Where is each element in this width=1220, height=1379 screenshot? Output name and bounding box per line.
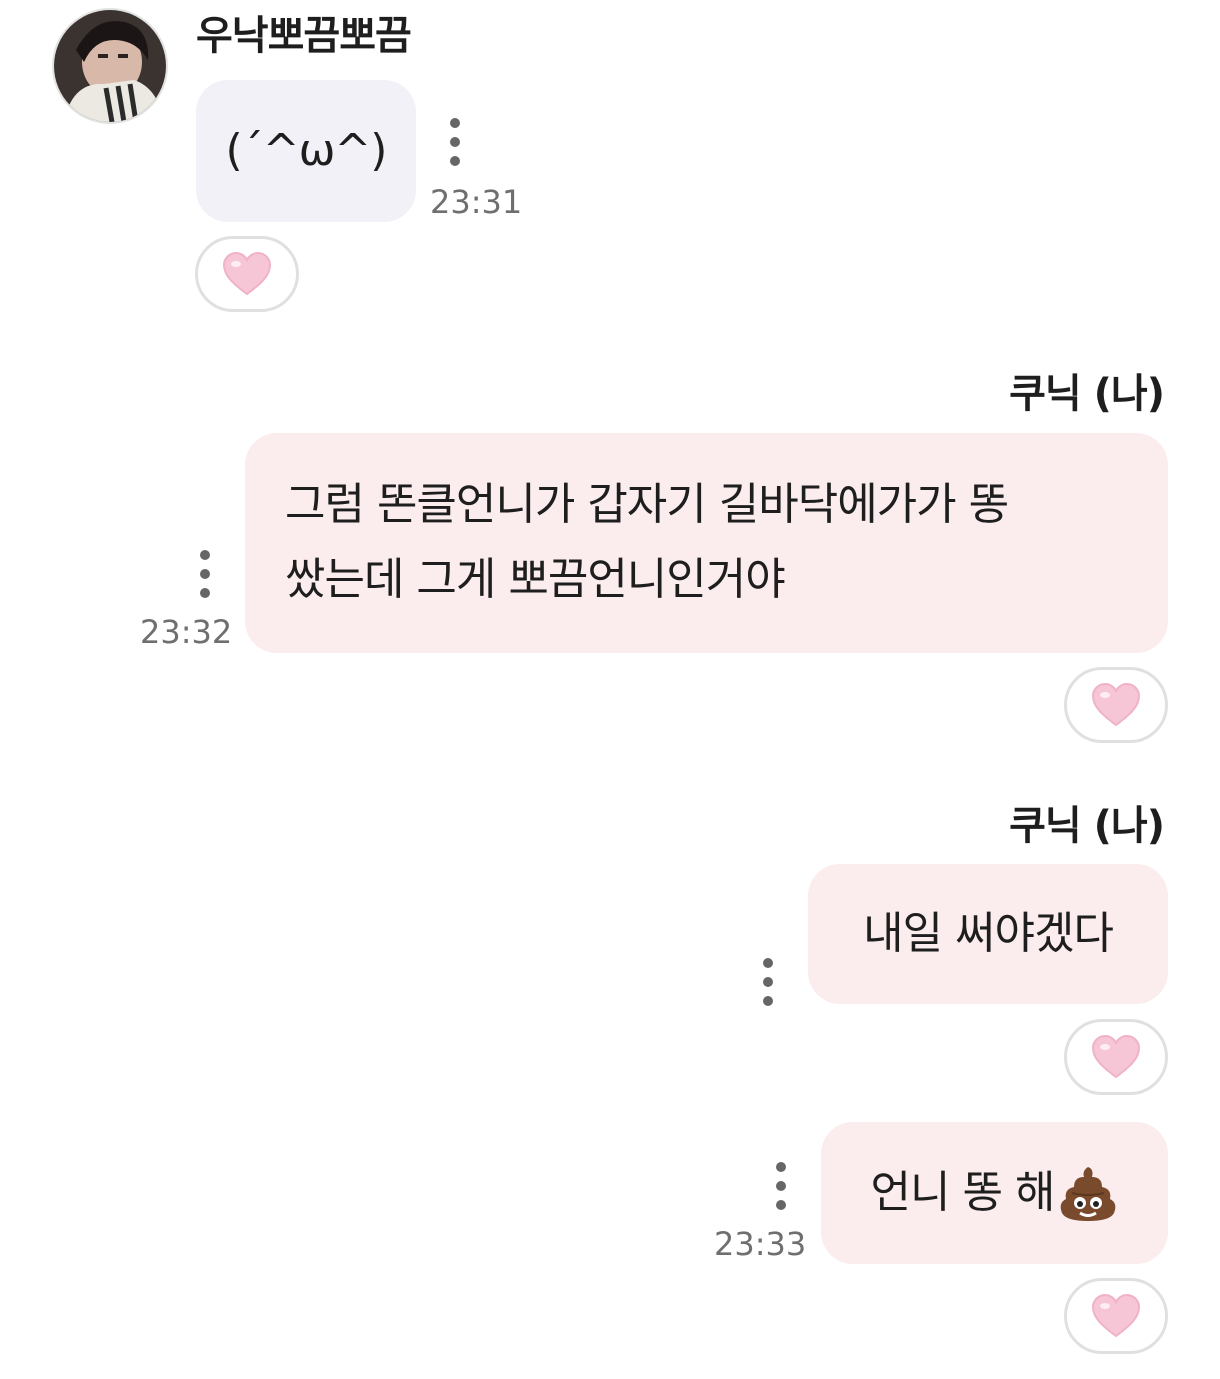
my-name: 쿠닉 (나) bbox=[1009, 803, 1165, 849]
reaction-button[interactable] bbox=[195, 236, 299, 312]
message-time: 23:31 bbox=[430, 183, 523, 221]
reaction-button[interactable] bbox=[1064, 1278, 1168, 1354]
message-line: 쌌는데 그게 뽀끔언니인거야 bbox=[285, 554, 786, 605]
message-bubble[interactable]: (´^ω^) bbox=[196, 80, 416, 222]
heart-icon bbox=[1091, 683, 1141, 727]
sender-avatar[interactable] bbox=[52, 8, 168, 124]
heart-icon bbox=[222, 252, 272, 296]
heart-icon bbox=[1091, 1035, 1141, 1079]
reaction-button[interactable] bbox=[1064, 1019, 1168, 1095]
message-time: 23:32 bbox=[140, 613, 233, 651]
more-options-icon[interactable] bbox=[758, 958, 778, 1006]
message-bubble[interactable]: 그럼 똔클언니가 갑자기 길바닥에가가 똥 쌌는데 그게 뽀끔언니인거야 bbox=[245, 433, 1168, 653]
message-text: 언니 똥 해 bbox=[870, 1166, 1056, 1218]
my-name: 쿠닉 (나) bbox=[1009, 371, 1165, 417]
heart-icon bbox=[1091, 1294, 1141, 1338]
message-text: 그럼 똔클언니가 갑자기 길바닥에가가 똥 쌌는데 그게 뽀끔언니인거야 bbox=[285, 468, 1009, 618]
message-bubble[interactable]: 언니 똥 해 bbox=[821, 1122, 1168, 1264]
more-options-icon[interactable] bbox=[445, 118, 465, 166]
message-bubble[interactable]: 내일 써야겠다 bbox=[808, 864, 1168, 1004]
sender-name: 우낙뽀끔뽀끔 bbox=[196, 13, 412, 59]
message-time: 23:33 bbox=[714, 1225, 807, 1263]
more-options-icon[interactable] bbox=[195, 550, 215, 598]
message-text: 내일 써야겠다 bbox=[863, 907, 1114, 959]
more-options-icon[interactable] bbox=[771, 1162, 791, 1210]
message-text: (´^ω^) bbox=[225, 124, 388, 176]
poop-emoji-icon bbox=[1061, 1167, 1116, 1221]
reaction-button[interactable] bbox=[1064, 667, 1168, 743]
message-line: 그럼 똔클언니가 갑자기 길바닥에가가 똥 bbox=[285, 479, 1009, 531]
